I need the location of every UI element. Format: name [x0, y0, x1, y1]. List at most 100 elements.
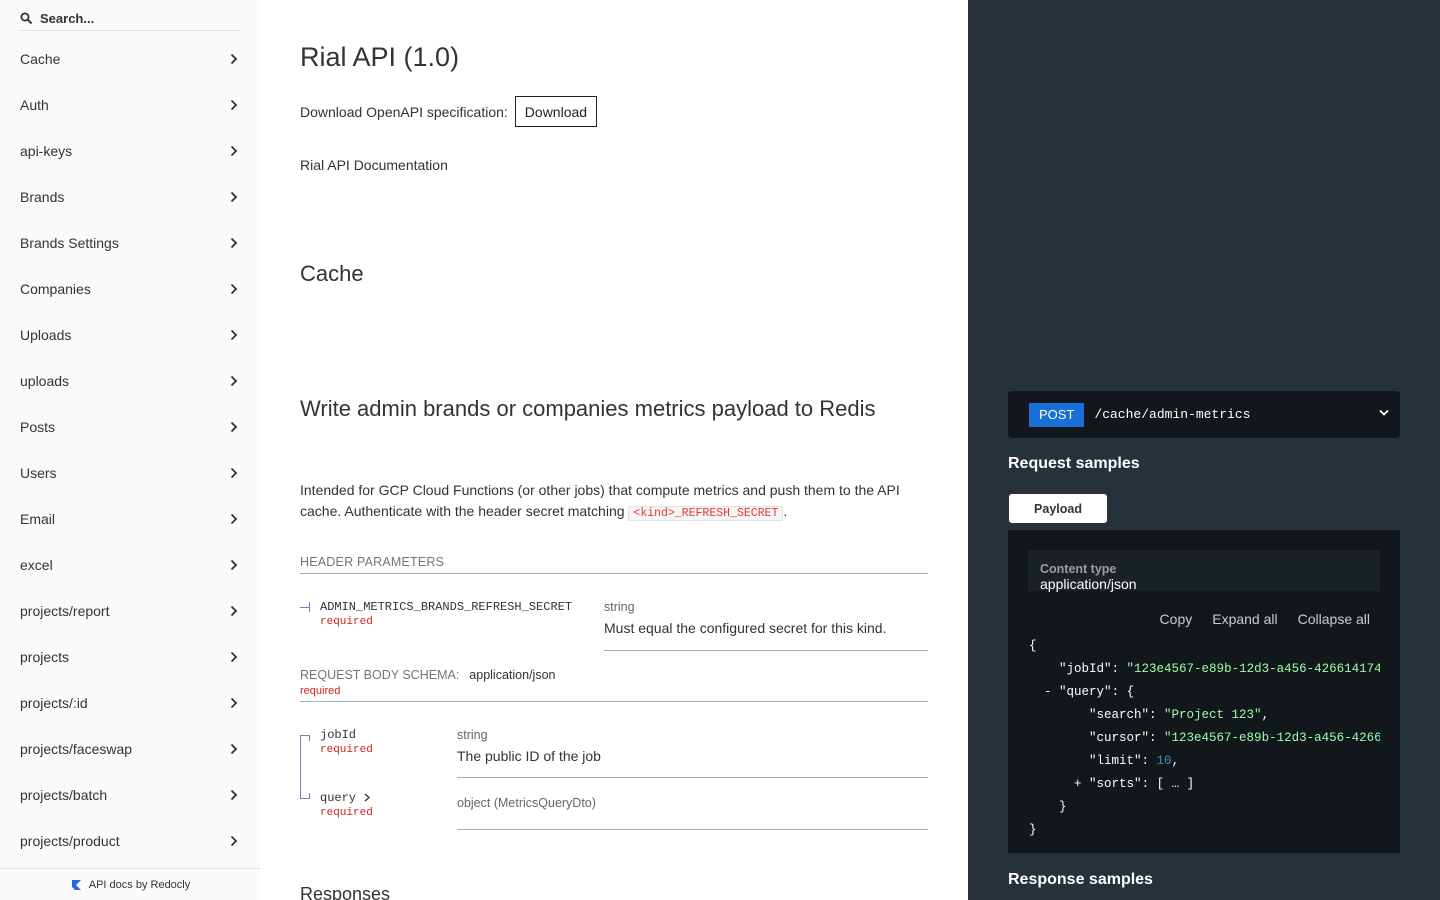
- download-row: Download OpenAPI specification: Download: [300, 96, 598, 127]
- chevron-right-icon: [228, 99, 240, 111]
- content-type-select[interactable]: Content type application/json: [1028, 550, 1380, 592]
- body-schema-label: REQUEST BODY SCHEMA:: [300, 668, 460, 682]
- sidebar-item-auth[interactable]: Auth: [0, 82, 260, 128]
- chevron-right-icon: [228, 421, 240, 433]
- sidebar-item-brands-settings[interactable]: Brands Settings: [0, 220, 260, 266]
- json-string: "123e4567-e89b-12d3-a456-426614174000": [1164, 731, 1380, 745]
- chevron-right-icon: [228, 651, 240, 663]
- body-param-row-jobid: jobId required string The public ID of t…: [300, 728, 928, 778]
- sidebar-item-posts[interactable]: Posts: [0, 404, 260, 450]
- chevron-down-icon: [1379, 409, 1389, 416]
- chevron-right-icon: [228, 283, 240, 295]
- header-param-detail: string Must equal the configured secret …: [604, 600, 928, 651]
- chevron-right-icon: [228, 743, 240, 755]
- param-description: Must equal the configured secret for thi…: [604, 620, 887, 636]
- operation-description: Intended for GCP Cloud Functions (or oth…: [300, 480, 920, 524]
- sidebar-item-cache[interactable]: Cache: [0, 36, 260, 82]
- sidebar-nav: Cache Auth api-keys Brands Brands Settings Co…: [0, 36, 260, 864]
- main-content: Rial API (1.0) Download OpenAPI specific…: [260, 0, 968, 900]
- payload-tab[interactable]: Payload: [1008, 493, 1108, 524]
- body-param-name-cell: jobId required: [320, 728, 373, 756]
- body-param-detail: string The public ID of the job: [457, 728, 928, 778]
- search-icon: [20, 12, 33, 24]
- description-code: <kind>_REFRESH_SECRET: [628, 506, 784, 521]
- sidebar-item-label: projects/report: [20, 603, 110, 619]
- chevron-right-icon: [228, 329, 240, 341]
- footer-text: API docs by Redocly: [88, 878, 191, 891]
- json-number: 10: [1156, 754, 1172, 768]
- json-key: "query": [1059, 685, 1112, 699]
- chevron-right-icon: [364, 793, 371, 802]
- sidebar-item-label: api-keys: [20, 143, 73, 159]
- search-input[interactable]: [40, 10, 220, 26]
- chevron-right-icon: [228, 191, 240, 203]
- redocly-credit[interactable]: API docs by Redocly: [0, 868, 260, 900]
- json-key: "sorts": [1089, 777, 1142, 791]
- param-type: string: [457, 728, 488, 742]
- sidebar-item-label: Users: [20, 465, 57, 481]
- sidebar-item-projects-faceswap[interactable]: projects/faceswap: [0, 726, 260, 772]
- chevron-right-icon: [228, 467, 240, 479]
- sidebar-item-label: projects/faceswap: [20, 741, 133, 757]
- required-label: required: [320, 616, 373, 628]
- json-key: "cursor": [1089, 731, 1150, 745]
- json-string: "Project 123": [1164, 708, 1262, 722]
- sidebar-item-label: excel: [20, 557, 53, 573]
- redocly-logo-icon: [71, 880, 81, 890]
- body-param-row-query: query required object (MetricsQueryDto): [300, 791, 928, 830]
- tree-connector: [309, 602, 310, 612]
- json-key: "search": [1089, 708, 1150, 722]
- sidebar-item-projects-product[interactable]: projects/product: [0, 818, 260, 864]
- collapse-all-button[interactable]: Collapse all: [1298, 611, 1370, 627]
- sidebar-item-uploads[interactable]: uploads: [0, 358, 260, 404]
- param-name: jobId: [320, 728, 357, 742]
- body-param-detail: object (MetricsQueryDto): [457, 796, 928, 830]
- chevron-right-icon: [228, 237, 240, 249]
- download-button[interactable]: Download: [514, 96, 598, 127]
- chevron-right-icon: [228, 835, 240, 847]
- tree-connector: [309, 793, 310, 799]
- param-description: The public ID of the job: [457, 748, 601, 764]
- tree-connector: [309, 735, 310, 741]
- collapse-toggle[interactable]: -: [1044, 685, 1052, 699]
- copy-button[interactable]: Copy: [1160, 611, 1193, 627]
- download-label: Download OpenAPI specification:: [300, 103, 508, 120]
- chevron-right-icon: [228, 789, 240, 801]
- sidebar-item-uploads[interactable]: Uploads: [0, 312, 260, 358]
- sidebar-item-users[interactable]: Users: [0, 450, 260, 496]
- description-end: .: [783, 503, 788, 519]
- sidebar-item-projects-id[interactable]: projects/:id: [0, 680, 260, 726]
- sidebar-item-projects-batch[interactable]: projects/batch: [0, 772, 260, 818]
- content-type-value: application/json: [1040, 576, 1137, 592]
- expand-toggle[interactable]: +: [1074, 777, 1082, 791]
- operation-title: Write admin brands or companies metrics …: [300, 396, 876, 421]
- sidebar-item-label: Brands Settings: [20, 235, 119, 251]
- body-required-label: required: [300, 685, 341, 697]
- sidebar-item-projects-report[interactable]: projects/report: [0, 588, 260, 634]
- param-type: object (MetricsQueryDto): [457, 796, 596, 810]
- sidebar-item-companies[interactable]: Companies: [0, 266, 260, 312]
- description-text: Intended for GCP Cloud Functions (or oth…: [300, 482, 900, 519]
- sidebar-item-email[interactable]: Email: [0, 496, 260, 542]
- right-panel: POST /cache/admin-metrics Request sample…: [968, 0, 1440, 900]
- query-param-toggle[interactable]: query required: [320, 791, 373, 819]
- param-name-row: query: [320, 791, 373, 805]
- param-name: ADMIN_METRICS_BRANDS_REFRESH_SECRET: [320, 600, 573, 614]
- chevron-right-icon: [228, 375, 240, 387]
- json-key: "jobId": [1059, 662, 1112, 676]
- endpoint-bar[interactable]: POST /cache/admin-metrics: [1008, 391, 1400, 438]
- sidebar-item-label: projects: [20, 649, 70, 665]
- endpoint-path: /cache/admin-metrics: [1094, 407, 1251, 422]
- sidebar-item-projects[interactable]: projects: [0, 634, 260, 680]
- sidebar-item-label: Cache: [20, 51, 61, 67]
- api-title: Rial API (1.0): [300, 42, 460, 72]
- expand-all-button[interactable]: Expand all: [1212, 611, 1277, 627]
- sidebar-item-api-keys[interactable]: api-keys: [0, 128, 260, 174]
- json-key: "limit": [1089, 754, 1142, 768]
- sidebar-item-label: Companies: [20, 281, 91, 297]
- sidebar-item-label: Uploads: [20, 327, 72, 343]
- sidebar-item-brands[interactable]: Brands: [0, 174, 260, 220]
- sidebar-item-label: uploads: [20, 373, 70, 389]
- sidebar-item-label: projects/:id: [20, 695, 88, 711]
- sidebar-item-excel[interactable]: excel: [0, 542, 260, 588]
